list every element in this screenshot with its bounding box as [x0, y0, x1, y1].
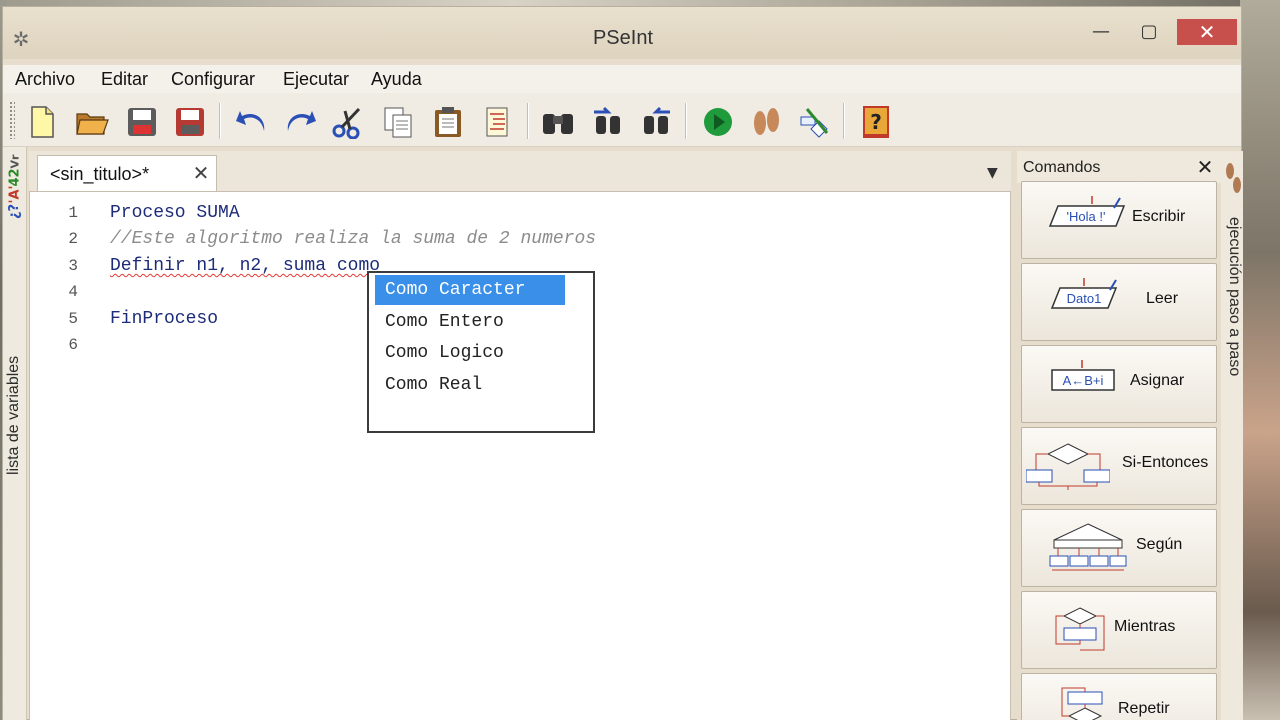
- line-number: 5: [68, 310, 78, 328]
- tab-label: <sin_titulo>*: [50, 164, 150, 184]
- menu-ayuda[interactable]: Ayuda: [371, 69, 422, 90]
- save-as-icon[interactable]: [171, 103, 209, 141]
- autocomplete-option[interactable]: Como Caracter: [375, 275, 565, 305]
- code-line[interactable]: 1 Proceso SUMA: [30, 200, 990, 226]
- editor-area: <sin_titulo>* ✕ ▼ 1 Proceso SUMA 2 //Est…: [29, 151, 1011, 720]
- minimize-button[interactable]: —: [1085, 19, 1117, 45]
- menu-bar: Archivo Editar Configurar Ejecutar Ayuda: [3, 65, 1241, 93]
- command-label: Leer: [1146, 290, 1179, 307]
- command-segun-button[interactable]: Según: [1021, 509, 1217, 587]
- code-text[interactable]: FinProceso: [110, 306, 218, 332]
- command-label: Escribir: [1132, 208, 1186, 225]
- autocomplete-option[interactable]: Como Logico: [375, 338, 565, 368]
- toolbar-separator: [527, 103, 529, 139]
- line-number: 2: [68, 230, 78, 248]
- open-folder-icon[interactable]: [73, 103, 111, 141]
- commands-panel: Comandos ✕ 'Hola !' Escribir Dato1 Leer: [1017, 151, 1221, 720]
- autocomplete-option[interactable]: Como Real: [375, 370, 565, 400]
- paste-icon[interactable]: [429, 103, 467, 141]
- code-text[interactable]: //Este algoritmo realiza la suma de 2 nu…: [110, 226, 596, 252]
- repetir-icon: [1061, 687, 1103, 720]
- autocomplete-option[interactable]: Como Entero: [375, 307, 565, 337]
- leer-icon: Dato1: [1050, 278, 1118, 309]
- command-mientras-button[interactable]: Mientras: [1021, 591, 1217, 669]
- line-number: 3: [68, 257, 78, 275]
- redo-icon[interactable]: [281, 103, 319, 141]
- variables-side-tab[interactable]: Vr 42 'A' ¿? lista de variables: [3, 147, 27, 720]
- maximize-button[interactable]: ▢: [1133, 19, 1165, 45]
- toolbar-separator: [843, 103, 845, 139]
- variables-icon-text: 42: [7, 168, 23, 187]
- code-line[interactable]: 2 //Este algoritmo realiza la suma de 2 …: [30, 226, 990, 252]
- tab-close-icon[interactable]: ✕: [190, 162, 212, 184]
- segun-icon: [1049, 523, 1127, 571]
- tab-list-dropdown-icon[interactable]: ▼: [987, 165, 998, 181]
- command-label: Asignar: [1130, 372, 1185, 389]
- undo-icon[interactable]: [233, 103, 271, 141]
- find-previous-icon[interactable]: [589, 103, 627, 141]
- step-execution-tab-label: ejecución paso a paso: [1226, 217, 1243, 377]
- escribir-icon: 'Hola !': [1048, 196, 1126, 227]
- commands-panel-header: Comandos ✕: [1017, 151, 1221, 183]
- command-label: Mientras: [1114, 618, 1176, 635]
- toolbar-grip[interactable]: [9, 101, 15, 139]
- run-icon[interactable]: [699, 103, 737, 141]
- tab-sin-titulo[interactable]: <sin_titulo>* ✕: [37, 155, 217, 191]
- variables-icon: Vr 42 'A' ¿?: [5, 155, 25, 251]
- pseint-window: ✲ PSeInt — ▢ ✕ Archivo Editar Configurar…: [2, 6, 1243, 720]
- variables-icon-text: Vr: [8, 154, 22, 169]
- command-label: Según: [1136, 536, 1183, 553]
- line-number: 4: [68, 283, 78, 301]
- command-leer-button[interactable]: Dato1 Leer: [1021, 263, 1217, 341]
- command-si-entonces-button[interactable]: Si-Entonces: [1021, 427, 1217, 505]
- command-asignar-button[interactable]: A←B+i Asignar: [1021, 345, 1217, 423]
- footsteps-icon: [1223, 159, 1243, 209]
- desktop-background-right: [1240, 0, 1280, 720]
- code-text[interactable]: Proceso SUMA: [110, 200, 240, 226]
- draw-flowchart-icon[interactable]: [795, 103, 833, 141]
- toolbar-separator: [685, 103, 687, 139]
- command-escribir-button[interactable]: 'Hola !' Escribir: [1021, 181, 1217, 259]
- menu-configurar[interactable]: Configurar: [171, 69, 255, 90]
- commands-panel-title: Comandos: [1023, 159, 1101, 176]
- copy-icon[interactable]: [379, 103, 417, 141]
- step-by-step-icon[interactable]: [747, 103, 785, 141]
- step-execution-side-tab[interactable]: ejecución paso a paso: [1221, 151, 1243, 720]
- asignar-icon: A←B+i: [1051, 360, 1115, 391]
- menu-archivo[interactable]: Archivo: [15, 69, 75, 90]
- svg-text:Dato1: Dato1: [1067, 291, 1102, 306]
- toolbar: ?: [3, 93, 1241, 147]
- variables-tab-label: lista de variables: [5, 355, 22, 475]
- svg-text:'Hola !': 'Hola !': [1067, 209, 1106, 224]
- command-repetir-button[interactable]: Repetir: [1021, 673, 1217, 720]
- help-icon[interactable]: ?: [857, 103, 895, 141]
- variables-icon-text: ¿?: [7, 203, 23, 220]
- command-label: Si-Entonces: [1122, 454, 1209, 471]
- title-bar[interactable]: ✲ PSeInt — ▢ ✕: [3, 7, 1241, 59]
- mientras-icon: [1055, 607, 1105, 651]
- close-button[interactable]: ✕: [1177, 19, 1237, 45]
- autocomplete-popup: Como Caracter Como Entero Como Logico Co…: [367, 271, 595, 433]
- code-text[interactable]: Definir n1, n2, suma como: [110, 253, 380, 279]
- si-entonces-icon: [1026, 443, 1110, 490]
- toolbar-separator: [219, 103, 221, 139]
- find-next-icon[interactable]: [637, 103, 675, 141]
- line-number: 1: [68, 204, 78, 222]
- correct-indent-icon[interactable]: [479, 103, 517, 141]
- variables-icon-text: 'A': [7, 185, 23, 204]
- command-label: Repetir: [1118, 700, 1170, 717]
- save-icon[interactable]: [123, 103, 161, 141]
- menu-ejecutar[interactable]: Ejecutar: [283, 69, 349, 90]
- find-icon[interactable]: [539, 103, 577, 141]
- commands-panel-close-icon[interactable]: ✕: [1193, 155, 1217, 179]
- menu-editar[interactable]: Editar: [101, 69, 148, 90]
- svg-text:A←B+i: A←B+i: [1063, 373, 1104, 388]
- new-file-icon[interactable]: [23, 103, 61, 141]
- svg-text:?: ?: [870, 110, 882, 134]
- editor-tab-strip: <sin_titulo>* ✕ ▼: [29, 151, 1011, 191]
- line-number: 6: [68, 336, 78, 354]
- window-title: PSeInt: [592, 27, 654, 49]
- cut-icon[interactable]: [329, 103, 367, 141]
